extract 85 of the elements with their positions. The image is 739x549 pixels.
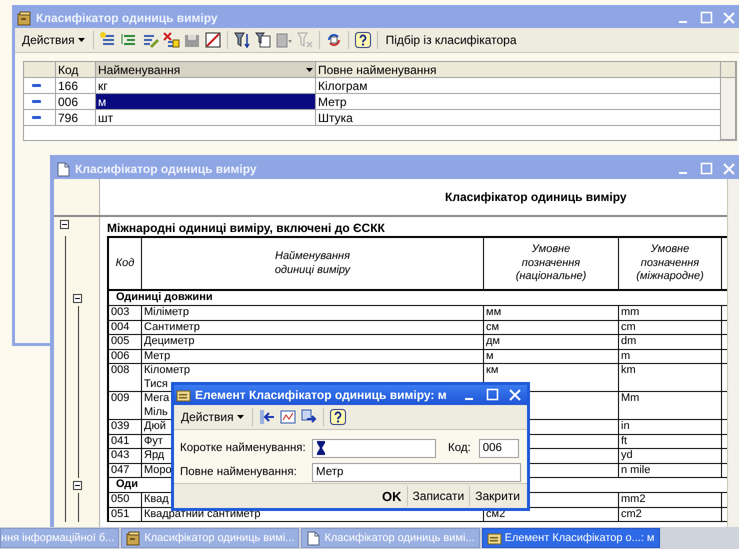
column-header[interactable]: Найменування — [96, 62, 316, 78]
input-field[interactable] — [312, 438, 436, 458]
pick-button[interactable]: Підбір із класифікатора — [382, 31, 520, 49]
actions-menu[interactable]: Действия — [19, 31, 88, 49]
table-cell: m — [619, 350, 722, 364]
column-header[interactable]: Повне найменування — [316, 62, 721, 78]
collapse-icon[interactable] — [73, 481, 82, 490]
hourglass-icon — [317, 440, 325, 454]
table-cell: см — [484, 320, 619, 335]
dash-icon — [32, 100, 41, 104]
help-icon[interactable] — [354, 31, 372, 49]
column-header: Умовне позначення (міжнародне) — [619, 236, 722, 291]
column-header: Умовне позначення (національне) — [484, 236, 619, 291]
table-cell: 006 — [109, 350, 142, 364]
scrollbar[interactable] — [721, 78, 736, 140]
table-cell: Сантиметр — [142, 320, 484, 335]
table-cell: Mm — [619, 392, 722, 420]
window-title: Класифікатор одиниць виміру — [75, 162, 258, 176]
table-cell: in — [619, 420, 722, 434]
table-cell: 003 — [109, 306, 142, 320]
dialog-button[interactable]: Записати — [406, 486, 470, 506]
column-header: Код — [109, 236, 142, 291]
caret-icon — [236, 415, 244, 419]
filter-list-icon[interactable] — [254, 31, 272, 49]
table-cell: n mile — [619, 464, 722, 478]
scrollbar[interactable] — [727, 179, 739, 527]
cabinet-icon — [17, 10, 32, 26]
input-field[interactable]: Метр — [312, 462, 521, 482]
column-header: Найменування одиниці виміру — [142, 236, 484, 291]
table-cell: Метр — [142, 350, 484, 364]
table-cell: mm — [619, 306, 722, 320]
table-cell: 039 — [109, 420, 142, 434]
table-cell: 166 — [56, 78, 96, 94]
table-cell: мм — [484, 306, 619, 320]
collapse-icon[interactable] — [73, 294, 82, 303]
table-cell: 796 — [56, 110, 96, 126]
window-title: Класифікатор одиниць виміру — [36, 11, 219, 25]
back-arrow-icon[interactable] — [258, 408, 276, 426]
group-heading: Міжнародні одиниці виміру, включені до ЄСКК — [107, 221, 385, 235]
dash-icon — [32, 84, 41, 88]
dash-icon — [32, 116, 41, 120]
cabinet-icon — [126, 530, 142, 546]
taskbar-button[interactable]: Елемент Класифікатор о...: м — [482, 528, 660, 548]
sort-caret-icon — [306, 68, 313, 72]
dialog-button[interactable]: Закрити — [469, 486, 525, 506]
page-icon — [306, 530, 322, 546]
table-cell: yd — [619, 449, 722, 464]
table-cell: 005 — [109, 335, 142, 350]
table-cell: 004 — [109, 320, 142, 335]
chart-window-icon[interactable] — [278, 408, 297, 426]
table-cell: mm2 — [619, 493, 722, 508]
page-icon — [56, 162, 71, 176]
field-label: Повне найменування: — [180, 466, 298, 478]
table-cell: Міліметр — [142, 306, 484, 320]
report-title: Класифікатор одиниць виміру — [445, 190, 627, 204]
table-cell: 041 — [109, 434, 142, 449]
table-cell: Дециметр — [142, 335, 484, 350]
table-cell: Кілограм — [316, 78, 721, 94]
collapse-icon[interactable] — [60, 220, 69, 229]
table-cell[interactable]: м — [96, 94, 316, 110]
table-cell: cm2 — [619, 508, 722, 522]
table-cell: cm — [619, 320, 722, 335]
table-cell: Штука — [316, 110, 721, 126]
table-cell: Метр — [316, 94, 721, 110]
caret-icon — [78, 38, 85, 42]
table-edit-icon[interactable] — [204, 31, 222, 49]
table-cell: дм — [484, 335, 619, 350]
table-cell[interactable]: шт — [96, 110, 316, 126]
table-cell: km — [619, 364, 722, 392]
table-cell: 050 — [109, 493, 142, 508]
table-cell: 008 — [109, 364, 142, 392]
input-field[interactable]: 006 — [478, 438, 519, 458]
form-icon — [486, 530, 502, 546]
table-cell: 051 — [109, 508, 142, 522]
table-cell: dm — [619, 335, 722, 350]
form-icon — [176, 388, 191, 402]
table-cell: 009 — [109, 392, 142, 420]
help-icon[interactable] — [328, 408, 347, 426]
table-cell: м — [484, 350, 619, 364]
table-cell: 047 — [109, 464, 142, 478]
table-cell: ft — [619, 434, 722, 449]
delete-mark-icon[interactable] — [162, 31, 180, 49]
table-cell: 043 — [109, 449, 142, 464]
column-header[interactable]: Код — [56, 62, 96, 78]
filter-icon[interactable] — [232, 31, 251, 49]
